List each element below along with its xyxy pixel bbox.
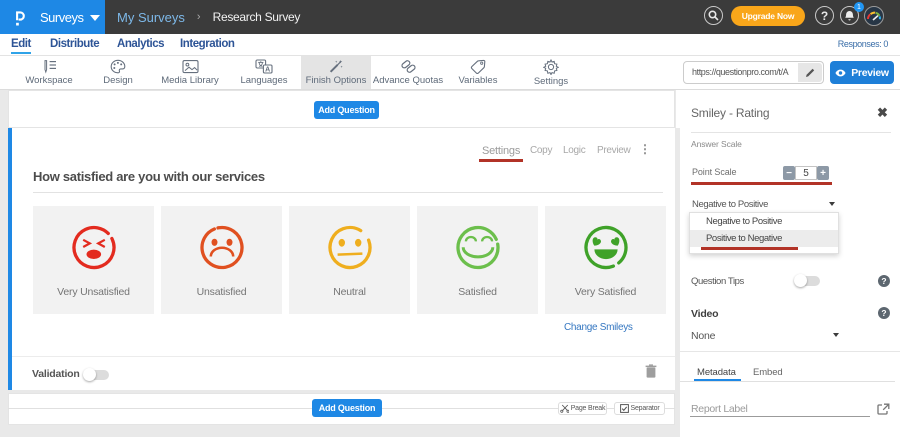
svg-text:A: A bbox=[265, 67, 270, 74]
